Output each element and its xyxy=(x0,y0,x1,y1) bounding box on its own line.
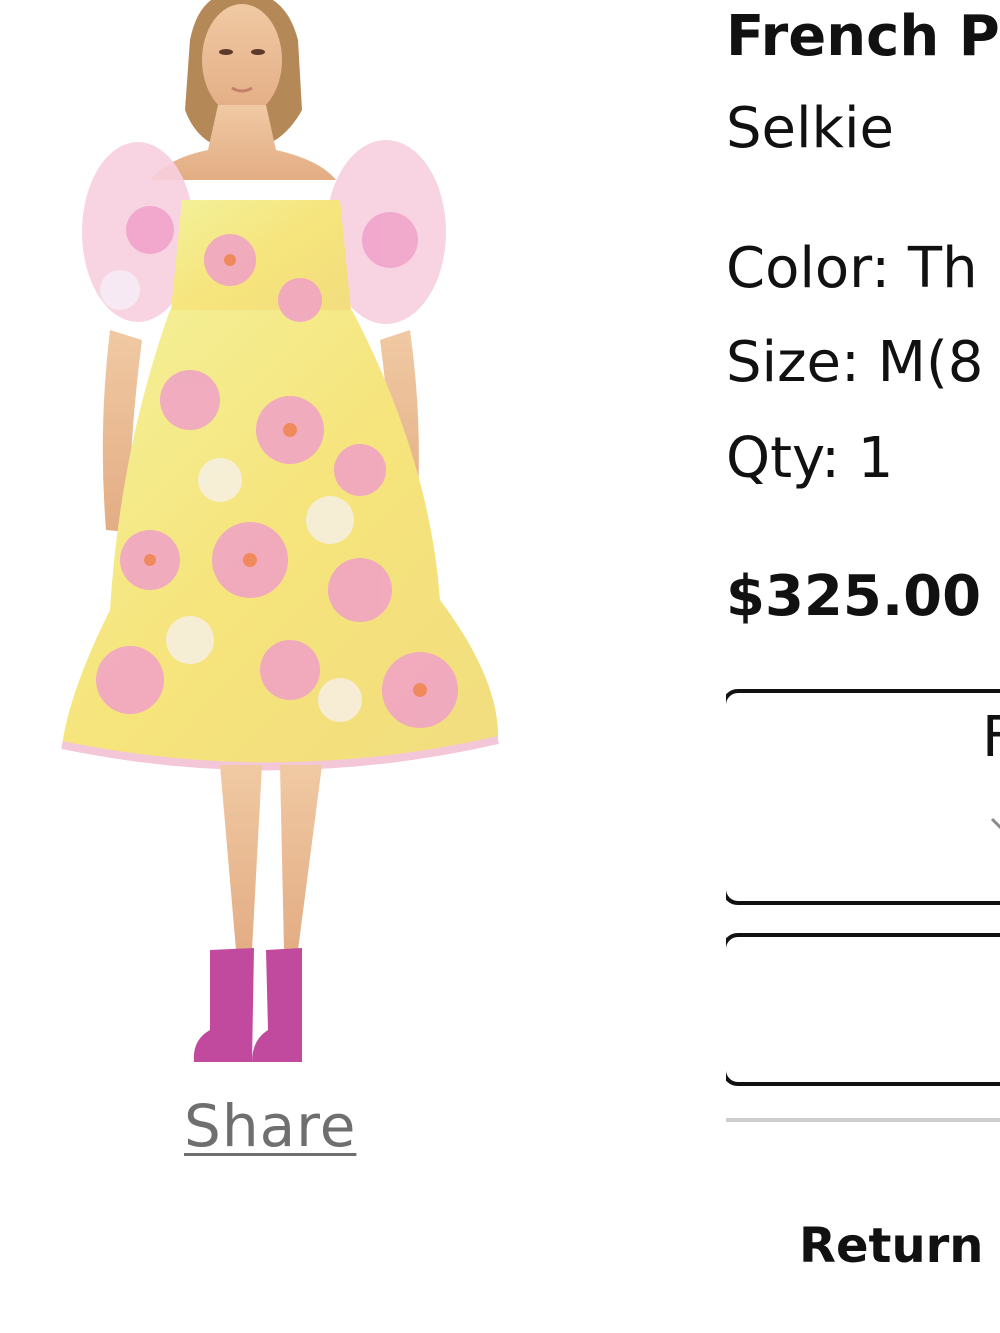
action-box-primary[interactable]: F xyxy=(726,689,1000,905)
chevron-down-icon xyxy=(990,815,1000,841)
share-link[interactable]: Share xyxy=(184,1092,356,1160)
product-info: French P Selkie Color: Th Size: M(8 Qty:… xyxy=(726,0,1000,1333)
action-box-primary-label: F xyxy=(982,705,1000,770)
action-box-secondary[interactable] xyxy=(726,933,1000,1086)
product-size: Size: M(8 xyxy=(726,330,984,395)
product-brand[interactable]: Selkie xyxy=(726,96,894,161)
product-name: French P xyxy=(726,4,1000,69)
return-policy-link[interactable]: Return xyxy=(799,1218,983,1274)
divider xyxy=(726,1118,1000,1122)
product-image xyxy=(40,0,520,1085)
product-color: Color: Th xyxy=(726,236,978,301)
product-quantity: Qty: 1 xyxy=(726,426,894,491)
product-price: $325.00 xyxy=(726,564,982,629)
